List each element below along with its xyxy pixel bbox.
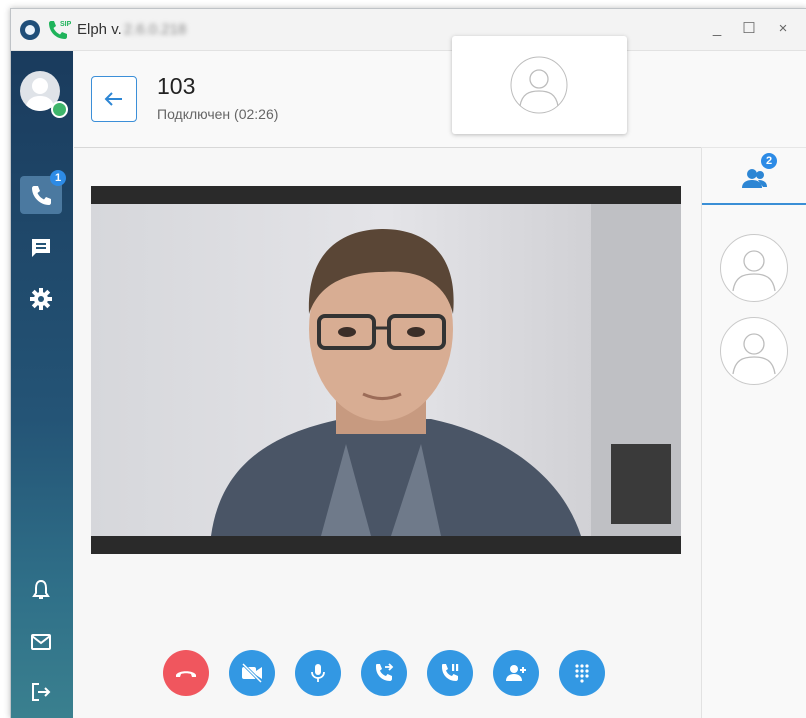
maximize-button[interactable]: ☐ [737,17,761,41]
calls-badge: 1 [50,170,66,186]
sidebar-item-messages[interactable] [20,229,62,267]
keypad-icon [575,664,589,683]
local-video-preview [452,36,627,134]
chat-icon [32,239,50,257]
call-controls [163,650,623,700]
participant-avatar[interactable] [720,317,788,385]
remote-video-image [211,204,681,536]
sidebar: 1 [11,51,73,718]
arrow-left-icon [104,92,122,106]
microphone-icon [311,664,325,682]
gear-icon [30,288,52,310]
svg-text:SIP: SIP [60,21,71,28]
hangup-button[interactable] [163,650,209,696]
close-button[interactable]: × [771,17,795,41]
app-logo-icon [20,20,40,40]
contact-number: 103 [157,73,196,99]
call-status: Подключен (02:26) [157,106,279,122]
transfer-button[interactable] [361,650,407,696]
logout-icon [32,683,51,701]
sidebar-item-settings[interactable] [20,280,62,318]
bell-icon [32,579,50,599]
avatar-icon [732,333,776,375]
video-off-icon [241,662,263,684]
back-button[interactable] [91,76,137,122]
app-window: SIP Elph v. 2.6.0.218 _ ☐ × 1 103 Подклю… [10,8,806,718]
remote-video [91,186,681,554]
phone-icon [32,186,51,205]
sip-phone-icon: SIP [49,21,71,39]
participants-panel: 2 [701,148,806,718]
avatar-icon [510,56,568,114]
call-header: 103 Подключен (02:26) [74,51,806,148]
avatar-icon [732,250,776,292]
window-title: Elph v. 2.6.0.218 [77,21,186,38]
sidebar-item-logout[interactable] [20,673,62,711]
sidebar-item-calls[interactable]: 1 [20,170,66,214]
envelope-icon [31,634,51,650]
sidebar-item-mail[interactable] [20,623,62,661]
title-bar: SIP Elph v. 2.6.0.218 _ ☐ × [11,9,806,51]
add-user-icon [506,665,526,681]
participants-badge: 2 [761,153,777,169]
hold-button[interactable] [427,650,473,696]
video-toggle-button[interactable] [229,650,275,696]
transfer-icon [376,663,394,681]
sidebar-item-notifications[interactable] [20,571,62,609]
hangup-icon [176,671,196,677]
keypad-button[interactable] [559,650,605,696]
hold-icon [442,664,459,681]
add-participant-button[interactable] [493,650,539,696]
microphone-button[interactable] [295,650,341,696]
minimize-button[interactable]: _ [705,17,729,41]
participant-avatar[interactable] [720,234,788,302]
window-title-text: Elph v. [77,21,122,38]
tab-participants[interactable]: 2 [702,148,806,205]
remote-video-frame [91,204,681,536]
call-area [74,148,701,718]
online-status-icon [51,101,68,118]
window-version: 2.6.0.218 [123,21,187,38]
